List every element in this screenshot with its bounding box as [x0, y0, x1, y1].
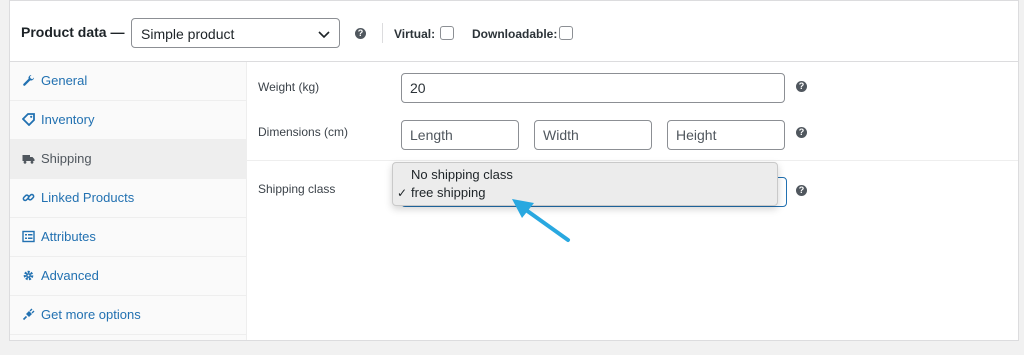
tag-icon: [22, 113, 35, 126]
downloadable-checkbox[interactable]: [559, 26, 573, 40]
product-type-select[interactable]: Simple product: [131, 18, 340, 48]
height-input[interactable]: [667, 120, 785, 150]
tab-advanced[interactable]: Advanced: [10, 257, 246, 296]
wrench-icon: [23, 74, 35, 86]
tab-get-more-options[interactable]: Get more options: [10, 296, 246, 335]
dropdown-option-no-shipping-class[interactable]: No shipping class: [411, 167, 513, 182]
product-type-value: Simple product: [141, 26, 235, 42]
dimensions-label: Dimensions (cm): [258, 125, 349, 139]
plugin-icon: [22, 308, 35, 321]
dropdown-option-free-shipping[interactable]: free shipping: [411, 185, 485, 200]
tab-inventory[interactable]: Inventory: [10, 101, 246, 140]
weight-label: Weight (kg): [258, 80, 320, 94]
tab-label: General: [41, 73, 88, 88]
shipping-class-dropdown: No shipping class ✓ free shipping: [392, 162, 778, 206]
tab-label: Attributes: [41, 229, 96, 244]
panel-title: Product data —: [21, 24, 125, 40]
help-icon[interactable]: ?: [796, 81, 807, 92]
product-data-header: Product data — Simple product ? Virtual:…: [10, 1, 1018, 62]
help-icon[interactable]: ?: [796, 185, 807, 196]
tab-attributes[interactable]: Attributes: [10, 218, 246, 257]
weight-input[interactable]: [401, 73, 785, 103]
gear-icon: [23, 270, 34, 281]
downloadable-label: Downloadable:: [472, 27, 558, 41]
truck-icon: [22, 155, 35, 164]
tab-general[interactable]: General: [10, 62, 246, 101]
help-icon[interactable]: ?: [355, 28, 366, 39]
tab-label: Linked Products: [41, 190, 135, 205]
tab-shipping[interactable]: Shipping: [10, 140, 246, 179]
tab-label: Shipping: [41, 151, 92, 166]
product-data-panel: Product data — Simple product ? Virtual:…: [9, 0, 1019, 341]
width-input[interactable]: [534, 120, 652, 150]
virtual-checkbox[interactable]: [440, 26, 454, 40]
product-data-tabs: General Inventory Shipping Linked Produc…: [10, 62, 247, 340]
tab-linked-products[interactable]: Linked Products: [10, 179, 246, 218]
shipping-class-label: Shipping class: [258, 182, 336, 196]
tab-label: Advanced: [41, 268, 99, 283]
tab-label: Inventory: [41, 112, 95, 127]
arrow-annotation-icon: [512, 199, 570, 242]
tab-label: Get more options: [41, 307, 141, 322]
list-icon: [22, 230, 35, 243]
chevron-down-icon: [318, 31, 330, 39]
length-input[interactable]: [401, 120, 519, 150]
checkmark-icon: ✓: [397, 186, 408, 200]
virtual-label: Virtual:: [394, 27, 436, 41]
header-divider: [382, 23, 383, 43]
help-icon[interactable]: ?: [796, 127, 807, 138]
section-divider: [247, 160, 1018, 161]
link-icon: [22, 193, 35, 202]
